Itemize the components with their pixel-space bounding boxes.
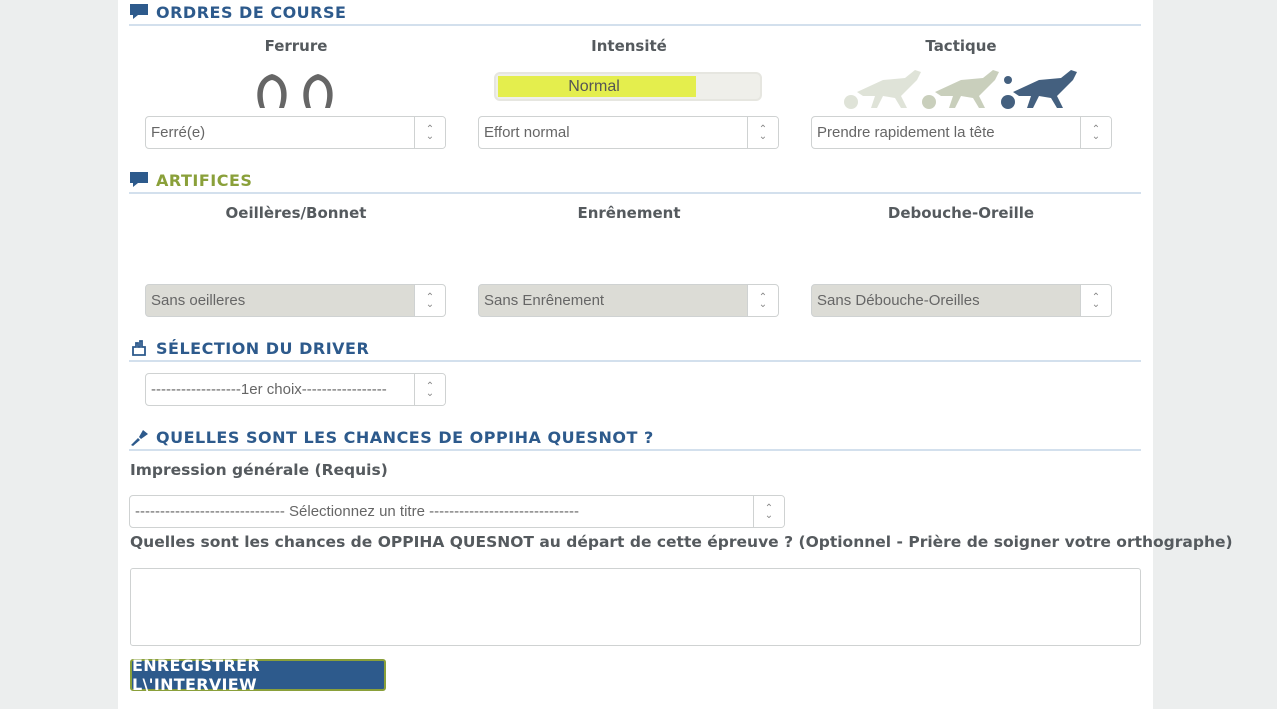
select-arrows-icon: ⌃ ⌄ — [1080, 117, 1111, 148]
select-arrows-icon: ⌃ ⌄ — [753, 496, 784, 527]
driver-select[interactable]: ------------------1er choix-------------… — [145, 373, 446, 406]
section-ordres-de-course: ORDRES DE COURSE — [129, 0, 1141, 26]
section-selection-driver: SÉLECTION DU DRIVER — [129, 336, 1141, 362]
section-title-ordres: ORDRES DE COURSE — [156, 2, 347, 22]
debouche-select[interactable]: Sans Débouche-Oreilles ⌃ ⌄ — [811, 284, 1112, 317]
select-arrows-icon: ⌃ ⌄ — [747, 117, 778, 148]
debouche-label: Debouche-Oreille — [887, 204, 1035, 222]
sulky-horse-2 — [922, 70, 999, 109]
speech-bubble-icon — [129, 2, 149, 22]
enrenement-label: Enrênement — [577, 204, 681, 222]
save-interview-button[interactable]: ENREGISTRER L\'INTERVIEW — [130, 656, 386, 694]
driver-icon — [129, 338, 149, 358]
shoe-letter-a: A — [267, 87, 278, 103]
section-title-chances: QUELLES SONT LES CHANCES DE OPPIHA QUESN… — [156, 427, 654, 447]
section-artifices: ARTIFICES — [129, 168, 1141, 194]
select-arrows-icon: ⌃ ⌄ — [414, 117, 445, 148]
microphone-icon — [129, 427, 149, 447]
intensite-label: Intensité — [591, 37, 667, 55]
sulky-horse-3 — [1001, 70, 1077, 109]
sulky-horse-1 — [844, 70, 921, 109]
impression-select-value: ------------------------------ Sélection… — [135, 503, 579, 520]
speech-bubble-icon — [129, 170, 149, 190]
tactique-select-value: Prendre rapidement la tête — [817, 124, 995, 141]
oeilleres-select[interactable]: Sans oeilleres ⌃ ⌄ — [145, 284, 446, 317]
horseshoe-anterior-icon: A — [257, 74, 287, 108]
section-chances: QUELLES SONT LES CHANCES DE OPPIHA QUESN… — [129, 425, 1141, 451]
section-title-driver: SÉLECTION DU DRIVER — [156, 338, 370, 358]
driver-select-value: ------------------1er choix-------------… — [151, 381, 387, 398]
debouche-select-value: Sans Débouche-Oreilles — [817, 292, 980, 309]
select-arrows-icon: ⌃ ⌄ — [747, 285, 778, 316]
impression-select[interactable]: ------------------------------ Sélection… — [129, 495, 785, 528]
section-title-artifices: ARTIFICES — [156, 170, 253, 190]
question-label: Quelles sont les chances de OPPIHA QUESN… — [130, 533, 1233, 551]
ferrure-select[interactable]: Ferré(e) ⌃ ⌄ — [145, 116, 446, 149]
select-arrows-icon: ⌃ ⌄ — [414, 285, 445, 316]
tactique-label: Tactique — [925, 37, 997, 55]
chances-textarea[interactable] — [130, 568, 1141, 646]
intensite-select[interactable]: Effort normal ⌃ ⌄ — [478, 116, 779, 149]
intensity-text: Normal — [568, 78, 620, 95]
impression-label: Impression générale (Requis) — [130, 461, 388, 479]
shoe-letter-p: P — [313, 87, 323, 103]
sulky-horses-icon — [844, 70, 1077, 109]
intensity-bar: Normal — [494, 72, 762, 101]
oeilleres-select-value: Sans oeilleres — [151, 292, 246, 309]
oeilleres-label: Oeillères/Bonnet — [225, 204, 367, 222]
tactique-select[interactable]: Prendre rapidement la tête ⌃ ⌄ — [811, 116, 1112, 149]
enrenement-select-value: Sans Enrênement — [484, 292, 605, 309]
enrenement-select[interactable]: Sans Enrênement ⌃ ⌄ — [478, 284, 779, 317]
horseshoe-posterior-icon: P — [303, 74, 333, 108]
ferrure-label: Ferrure — [264, 37, 328, 55]
select-arrows-icon: ⌃ ⌄ — [414, 374, 445, 405]
intensite-select-value: Effort normal — [484, 124, 570, 141]
select-arrows-icon: ⌃ ⌄ — [1080, 285, 1111, 316]
ferrure-select-value: Ferré(e) — [151, 124, 206, 141]
